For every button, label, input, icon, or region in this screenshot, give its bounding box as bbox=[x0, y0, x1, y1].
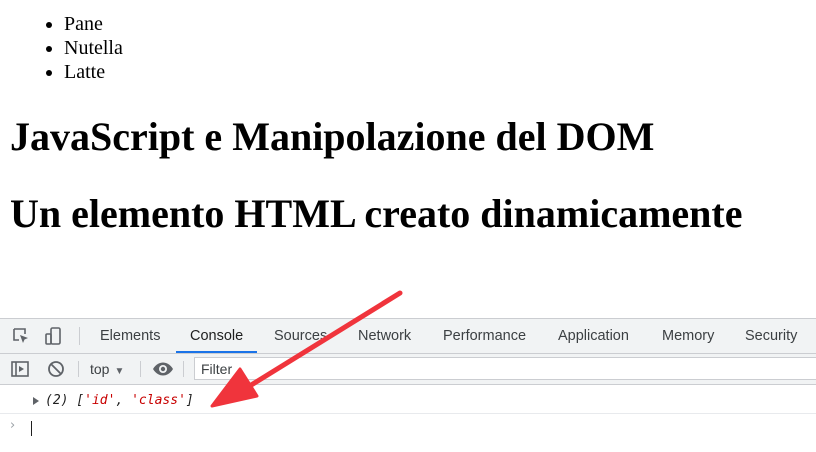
tab-network[interactable]: Network bbox=[358, 319, 411, 353]
prompt-chevron-icon: › bbox=[10, 418, 16, 433]
tab-console[interactable]: Console bbox=[175, 319, 258, 353]
toolbar-divider bbox=[140, 361, 141, 377]
log-separator: , bbox=[115, 393, 132, 408]
expand-triangle-icon[interactable] bbox=[33, 397, 39, 405]
toolbar-divider bbox=[183, 361, 184, 377]
page-heading: JavaScript e Manipolazione del DOM bbox=[10, 114, 655, 159]
tab-security[interactable]: Security bbox=[745, 319, 797, 353]
devtools-panel: Elements Console Sources Network Perform… bbox=[0, 318, 816, 452]
console-toolbar: top ▼ bbox=[0, 354, 816, 385]
list-item: Pane bbox=[64, 12, 123, 36]
live-expression-eye-icon[interactable] bbox=[152, 359, 174, 379]
text-cursor bbox=[31, 421, 32, 436]
dynamic-heading: Un elemento HTML creato dinamicamente bbox=[10, 191, 743, 236]
list-item: Latte bbox=[64, 60, 123, 84]
tabbar-divider bbox=[79, 327, 80, 345]
tab-elements[interactable]: Elements bbox=[100, 319, 160, 353]
inspect-element-icon[interactable] bbox=[11, 326, 31, 346]
clear-console-icon[interactable] bbox=[46, 359, 66, 379]
log-prefix: (2) [ bbox=[45, 393, 85, 408]
tab-performance[interactable]: Performance bbox=[443, 319, 526, 353]
log-suffix: ] bbox=[185, 393, 194, 408]
tab-sources[interactable]: Sources bbox=[274, 319, 327, 353]
console-log-entry[interactable]: (2) ['id', 'class'] bbox=[0, 389, 816, 414]
log-string-value: 'class' bbox=[131, 393, 186, 408]
grocery-list: Pane Nutella Latte bbox=[24, 12, 123, 84]
list-item: Nutella bbox=[64, 36, 123, 60]
device-toolbar-icon[interactable] bbox=[44, 326, 64, 346]
page-content: Pane Nutella Latte JavaScript e Manipola… bbox=[0, 0, 816, 318]
log-array-output: (2) ['id', 'class'] bbox=[45, 389, 194, 413]
devtools-tabbar: Elements Console Sources Network Perform… bbox=[0, 319, 816, 354]
tab-application[interactable]: Application bbox=[558, 319, 629, 353]
console-prompt[interactable]: › bbox=[0, 414, 816, 438]
log-string-value: 'id' bbox=[84, 393, 116, 408]
toolbar-divider bbox=[78, 361, 79, 377]
tab-memory[interactable]: Memory bbox=[662, 319, 714, 353]
filter-input[interactable] bbox=[194, 357, 816, 380]
context-selector[interactable]: top ▼ bbox=[90, 354, 124, 384]
console-sidebar-icon[interactable] bbox=[10, 359, 30, 379]
chevron-down-icon: ▼ bbox=[114, 366, 125, 377]
context-label: top bbox=[90, 361, 110, 377]
